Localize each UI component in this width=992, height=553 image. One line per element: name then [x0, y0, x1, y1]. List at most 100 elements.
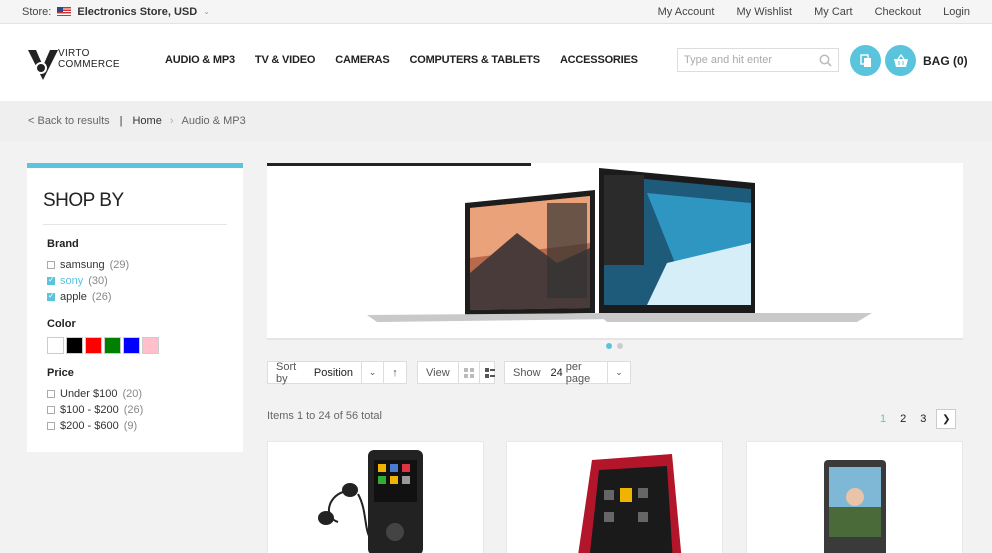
checkbox-checked[interactable]: [47, 275, 55, 285]
product-image: [578, 454, 682, 553]
show-label: Show: [513, 366, 541, 379]
nav-computers-tablets[interactable]: COMPUTERS & TABLETS: [409, 54, 540, 66]
breadcrumb-separator: |: [119, 115, 123, 127]
option-count: (26): [91, 291, 112, 303]
banner-progress-bar: [267, 163, 531, 166]
my-cart-link[interactable]: My Cart: [814, 6, 853, 18]
nav-cameras[interactable]: CAMERAS: [335, 54, 389, 66]
product-card[interactable]: [267, 441, 484, 553]
store-label: Store:: [22, 5, 52, 18]
store-name: Electronics Store, USD: [77, 5, 198, 18]
next-page-button[interactable]: ❯: [936, 409, 957, 429]
grid-icon: [463, 367, 474, 378]
back-to-results-link[interactable]: < Back to results: [28, 115, 110, 127]
checkbox-checked[interactable]: [47, 291, 55, 301]
sort-value: Position: [313, 366, 353, 379]
sort-dropdown[interactable]: ⌄: [362, 362, 384, 383]
main-nav: AUDIO & MP3 TV & VIDEO CAMERAS COMPUTERS…: [165, 54, 638, 66]
sort-direction-button[interactable]: ↑: [384, 362, 406, 383]
nav-accessories[interactable]: ACCESSORIES: [560, 54, 638, 66]
list-view-button[interactable]: [480, 362, 500, 383]
sort-select[interactable]: Sort by Position: [268, 360, 362, 385]
brand-option-sony[interactable]: sony (30): [47, 273, 227, 289]
page-2-link[interactable]: 2: [900, 413, 906, 425]
price-option-100-200[interactable]: $100 - $200 (26): [47, 402, 227, 418]
sort-label: Sort by: [276, 360, 297, 385]
basket-button[interactable]: [885, 45, 916, 76]
checkbox[interactable]: [47, 390, 55, 398]
view-control: View: [417, 361, 495, 384]
color-swatch-green[interactable]: [104, 337, 121, 354]
chevron-right-icon: ›: [169, 115, 174, 127]
banner-pagination: [606, 343, 623, 349]
basket-icon: [893, 53, 908, 67]
items-total: Items 1 to 24 of 56 total: [267, 410, 382, 422]
chevron-down-icon: ⌄: [203, 7, 210, 16]
option-label: $200 - $600: [60, 420, 119, 432]
color-filter: Color: [43, 318, 227, 354]
per-page-dropdown[interactable]: ⌄: [608, 362, 630, 383]
chevron-down-icon: ⌄: [615, 367, 623, 377]
option-count: (20): [122, 388, 143, 400]
option-label: sony: [60, 275, 84, 287]
view-label: View: [426, 366, 450, 379]
color-swatch-black[interactable]: [66, 337, 83, 354]
nav-tv-video[interactable]: TV & VIDEO: [255, 54, 316, 66]
brand-option-apple[interactable]: apple (26): [47, 289, 227, 305]
chevron-right-icon: ❯: [942, 413, 951, 425]
banner-dot[interactable]: [617, 343, 623, 349]
my-wishlist-link[interactable]: My Wishlist: [736, 6, 792, 18]
nav-audio-mp3[interactable]: AUDIO & MP3: [165, 54, 235, 66]
price-option-under-100[interactable]: Under $100 (20): [47, 386, 227, 402]
color-heading: Color: [47, 318, 76, 330]
brand-filter: Brand samsung (29) sony (30) apple (26): [43, 238, 227, 305]
grid-view-button[interactable]: [459, 362, 480, 383]
breadcrumb-home-link[interactable]: Home: [132, 115, 161, 127]
compare-button[interactable]: [850, 45, 881, 76]
color-swatch-white[interactable]: [47, 337, 64, 354]
virto-logo-icon: [28, 50, 58, 80]
chevron-down-icon: ⌄: [368, 367, 377, 377]
checkbox[interactable]: [47, 422, 55, 430]
search-input[interactable]: Type and hit enter: [677, 48, 839, 72]
site-logo[interactable]: VIRTO COMMERCE: [28, 44, 128, 84]
per-page-control[interactable]: Show 24 per page ⌄: [504, 360, 631, 385]
price-option-200-600[interactable]: $200 - $600 (9): [47, 418, 227, 434]
bag-link[interactable]: BAG (0): [923, 54, 968, 68]
page-3-link[interactable]: 3: [920, 413, 926, 425]
color-swatch-red[interactable]: [85, 337, 102, 354]
hero-banner[interactable]: [267, 163, 963, 340]
per-page-label: per page: [565, 360, 591, 385]
logo-text: VIRTO COMMERCE: [58, 48, 120, 70]
color-swatch-blue[interactable]: [123, 337, 140, 354]
login-link[interactable]: Login: [943, 6, 970, 18]
checkbox[interactable]: [47, 261, 55, 269]
banner-dot-active[interactable]: [606, 343, 612, 349]
product-card[interactable]: [746, 441, 963, 553]
checkout-link[interactable]: Checkout: [875, 6, 921, 18]
search-placeholder: Type and hit enter: [684, 54, 773, 66]
breadcrumb-current: Audio & MP3: [181, 115, 246, 127]
option-label: apple: [60, 291, 87, 303]
option-label: $100 - $200: [60, 404, 119, 416]
view-label-cell: View: [418, 362, 459, 383]
brand-option-samsung[interactable]: samsung (29): [47, 257, 227, 273]
search-icon[interactable]: [819, 54, 832, 67]
product-card[interactable]: [506, 441, 723, 553]
my-account-link[interactable]: My Account: [658, 6, 715, 18]
store-selector[interactable]: Store: Electronics Store, USD ⌄: [22, 6, 210, 18]
product-image: [824, 460, 886, 553]
page-1-link[interactable]: 1: [880, 413, 886, 425]
compare-icon: [859, 53, 871, 67]
option-count: (9): [123, 420, 138, 432]
product-image: [318, 450, 423, 553]
per-page-select[interactable]: Show 24 per page: [505, 360, 608, 385]
site-header: VIRTO COMMERCE AUDIO & MP3 TV & VIDEO CA…: [0, 24, 992, 101]
checkbox[interactable]: [47, 406, 55, 414]
option-label: samsung: [60, 259, 105, 271]
price-filter: Price Under $100 (20) $100 - $200 (26) $…: [43, 367, 227, 434]
list-icon: [484, 367, 495, 378]
option-count: (29): [109, 259, 130, 271]
color-swatch-pink[interactable]: [142, 337, 159, 354]
breadcrumb: < Back to results | Home › Audio & MP3: [0, 101, 992, 141]
